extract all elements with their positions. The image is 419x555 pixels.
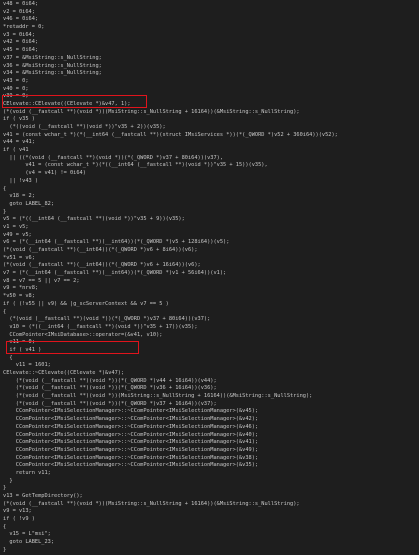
code-line: return v11; — [3, 469, 51, 476]
code-line: (*(void (__fastcall **)(void *))(*(_QWOR… — [3, 316, 211, 323]
code-line: (*(void (__fastcall **)(void *))(*(_QWOR… — [3, 385, 217, 392]
code-line: v48 = 0i64; — [3, 1, 39, 7]
code-line: v11 = 0; — [3, 339, 35, 346]
code-line: if ( !v9 ) — [3, 516, 35, 523]
code-line: v18 = 2; — [3, 193, 35, 200]
code-line: (v4 = v41) != 0i64) — [3, 170, 86, 177]
code-line: (*(void (__fastcall **)(void *))(MsiStri… — [3, 500, 300, 507]
code-line: *v51 = v6; — [3, 254, 35, 261]
code-line: CComPointer<IMsiDatabase>::operator=(&v4… — [3, 331, 163, 338]
code-line: } — [3, 477, 13, 484]
code-line: v36 = &MsiString::s_NullString; — [3, 62, 102, 69]
code-line: { — [3, 185, 7, 192]
code-line: (*(void (__fastcall **)(void *))(MsiStri… — [3, 108, 300, 115]
code-line: (*(void (__fastcall **)(void *))(*(_QWOR… — [3, 400, 217, 407]
code-line: CComPointer<IMsiSelectionManager>::~CCom… — [3, 431, 259, 438]
code-line: v41 = (const wchar_t *)(*((__int64 (__fa… — [3, 162, 268, 169]
code-line: v15 = L"msi"; — [3, 531, 51, 538]
code-line: || !v43 ) — [3, 177, 39, 184]
code-line: v9 = *nrv8; — [3, 285, 39, 292]
code-line: v3 = 0i64; — [3, 31, 35, 38]
code-line: (*(void (__fastcall **)(void *))(*(_QWOR… — [3, 377, 217, 384]
code-line: (*(void (__fastcall **)(__int64))(*(_QWO… — [3, 262, 201, 269]
code-line: v45 = 0i64; — [3, 47, 39, 54]
code-line: v37 = &MsiString::s_NullString; — [3, 54, 102, 61]
code-line: v49 = v5; — [3, 231, 32, 238]
code-line: } — [3, 485, 7, 492]
code-line: CComPointer<IMsiSelectionManager>::~CCom… — [3, 408, 259, 415]
code-line: v34 = &MsiString::s_NullString; — [3, 70, 102, 77]
code-line: } — [3, 546, 7, 553]
code-line: v1 = v5; — [3, 223, 29, 230]
code-line: CComPointer<IMsiSelectionManager>::~CCom… — [3, 454, 259, 461]
code-line: v44 = v41; — [3, 139, 35, 146]
code-line: { — [3, 354, 13, 361]
code-line: } — [3, 208, 7, 215]
code-line: v39 = 0; — [3, 93, 29, 100]
code-line: CComPointer<IMsiSelectionManager>::~CCom… — [3, 423, 259, 430]
code-line: *v50 = v8; — [3, 293, 35, 300]
code-line: { — [3, 523, 7, 530]
code-line: if ( v35 ) — [3, 116, 35, 123]
code-line: if ( v41 ) — [3, 346, 42, 353]
code-line: goto LABEL_82; — [3, 200, 55, 207]
code-line: v8 = v7 == 5 || v7 == 2; — [3, 277, 80, 284]
code-line: v7 = (*(__int64 (__fastcall **)(__int64)… — [3, 270, 227, 277]
code-line: v10 = (*((__int64 (__fastcall **)(void *… — [3, 323, 198, 330]
code-line: if ( (!v55 || v9) && |g_scServerContext … — [3, 300, 169, 307]
code-line: CElevate::~CElevate((CElevate *)&v47); — [3, 370, 125, 376]
code-line: (*((void (__fastcall **)(void *))"v35 + … — [3, 124, 166, 130]
code-line: { — [3, 308, 7, 315]
code-line: v11 = 1601; — [3, 362, 51, 369]
code-line: v13 = GetTempDirectory(); — [3, 493, 83, 499]
code-line: goto LABEL_23; — [3, 539, 55, 546]
code-line: CComPointer<IMsiSelectionManager>::~CCom… — [3, 446, 259, 453]
code-line: v5 = (*((__int64 (__fastcall **)(void *)… — [3, 216, 185, 223]
code-line: || ((*(void (__fastcall **)(void *))(*(_… — [3, 154, 224, 161]
code-line: (*(void (__fastcall **)(void *))(MsiStri… — [3, 393, 313, 400]
code-line: v46 = 0i64; — [3, 16, 39, 23]
code-line: v40 = 0; — [3, 85, 29, 92]
code-line: CElevate::CElevate((CElevate *)&v47, 1); — [3, 100, 131, 107]
code-line: CComPointer<IMsiSelectionManager>::~CCom… — [3, 416, 259, 423]
code-line: CComPointer<IMsiSelectionManager>::~CCom… — [3, 462, 259, 469]
pseudocode-view: v48 = 0i64; v2 = 0i64; v46 = 0i64; *retaddr… — [0, 0, 419, 553]
code-line: v6 = (*(__int64 (__fastcall **)(__int64)… — [3, 239, 230, 246]
code-line: CComPointer<IMsiSelectionManager>::~CCom… — [3, 439, 259, 446]
code-line: v43 = 0; — [3, 77, 29, 84]
code-line: *retaddr = 0; — [3, 24, 45, 31]
code-line: v42 = 0i64; — [3, 39, 39, 46]
code-line: v2 = 0i64; — [3, 8, 35, 15]
code-line: v9 = v13; — [3, 508, 32, 515]
code-line: (*(void (__fastcall **)(__int64))(*(_QWO… — [3, 247, 198, 253]
code-line: v41 = (const wchar_t *)(*(__int64 (__fas… — [3, 131, 338, 138]
code-line: if ( v41 — [3, 147, 29, 154]
